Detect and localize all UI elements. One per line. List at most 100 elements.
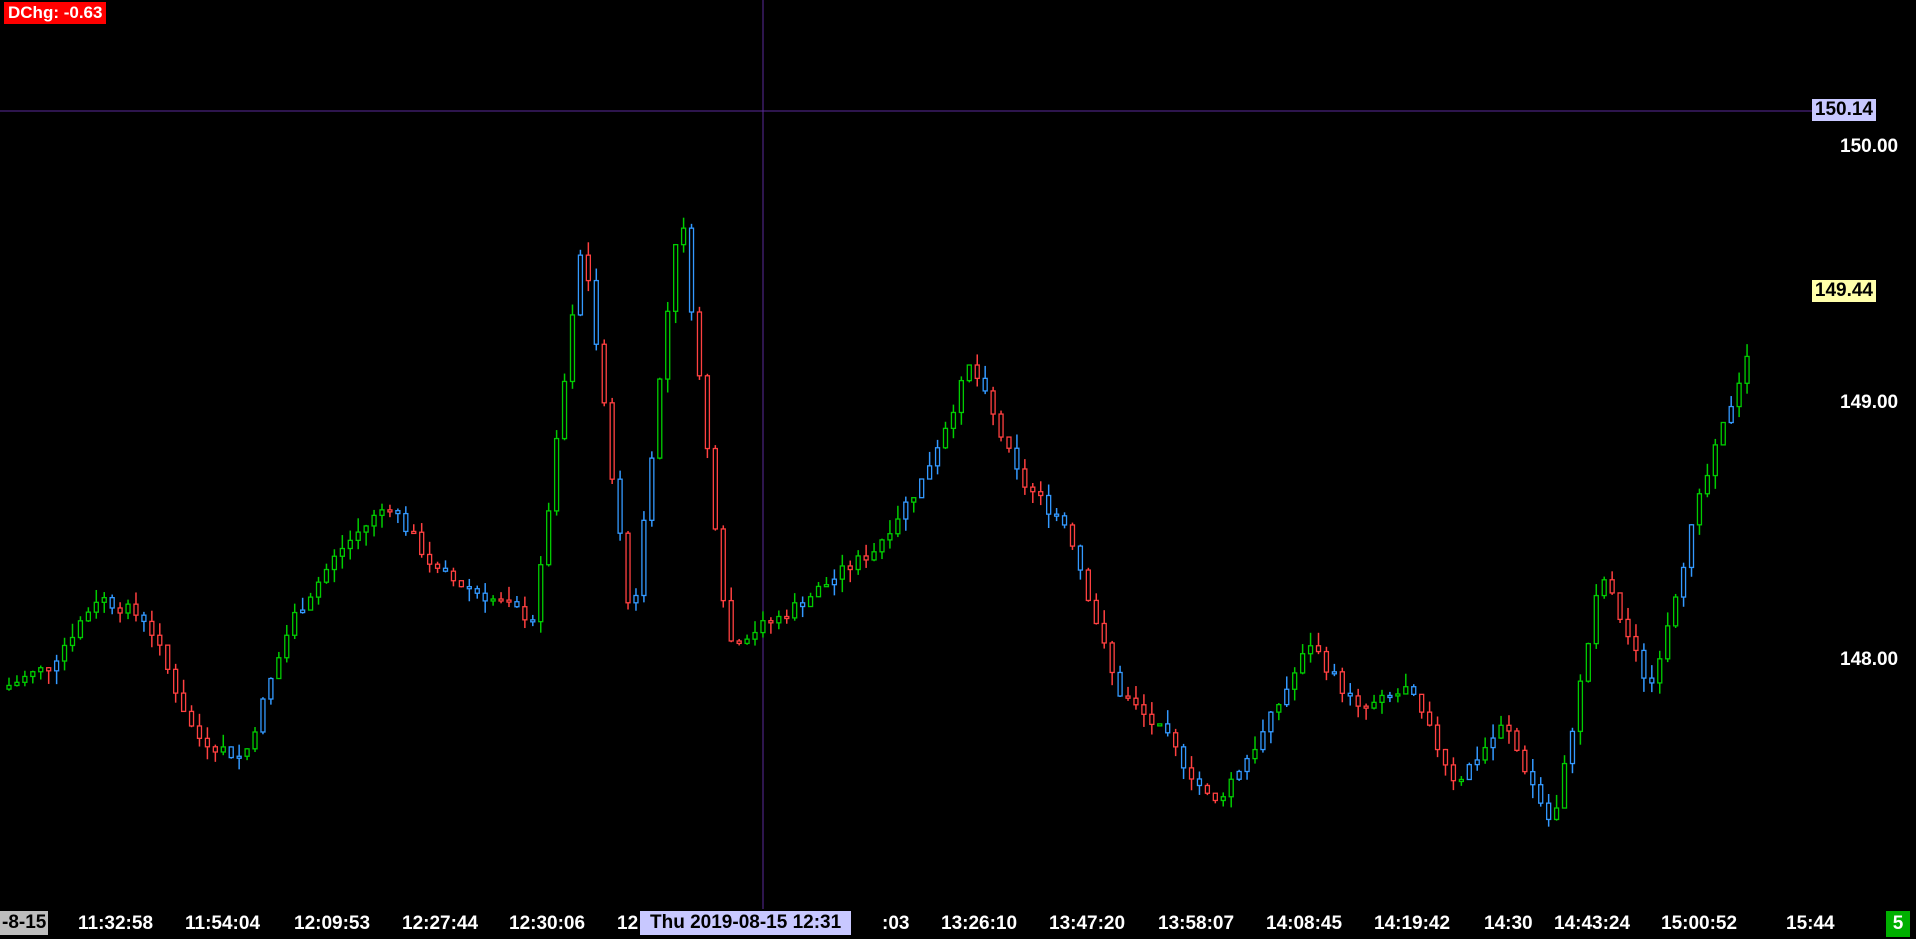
- candle-body: [625, 532, 631, 604]
- candle-body: [228, 746, 234, 759]
- candle-body: [1014, 447, 1020, 470]
- candle-body: [117, 607, 123, 614]
- axis-date-fragment: -8-15: [0, 911, 49, 935]
- candle-body: [1252, 748, 1258, 760]
- candle-body: [1299, 653, 1306, 674]
- candle-body: [1736, 382, 1742, 408]
- x-tick-label: 12:09:53: [294, 913, 371, 934]
- candle-body: [93, 601, 99, 613]
- candle-body: [1331, 671, 1338, 675]
- candle-body: [1371, 701, 1377, 709]
- candle-body: [1204, 784, 1211, 794]
- candle-body: [1688, 524, 1695, 569]
- candle-body: [395, 510, 401, 515]
- candle-body: [1553, 807, 1560, 821]
- candle-body: [1665, 625, 1671, 660]
- candle-body: [1109, 642, 1115, 674]
- candle-body: [1474, 759, 1480, 766]
- candle-body: [1157, 723, 1163, 727]
- candle-series: [6, 217, 1750, 827]
- candle-body: [284, 634, 290, 659]
- candle-body: [1538, 784, 1544, 804]
- candle-body: [1093, 599, 1099, 625]
- candle-body: [553, 437, 560, 512]
- candle-body: [1728, 405, 1734, 424]
- candle-body: [839, 565, 845, 580]
- candle-body: [1411, 686, 1417, 695]
- candle-body: [1649, 677, 1655, 684]
- candle-body: [855, 555, 861, 571]
- candle-body: [426, 553, 433, 565]
- candle-body: [1085, 569, 1091, 602]
- candle-body: [1022, 468, 1028, 488]
- candle-body: [1006, 436, 1012, 449]
- candle-body: [1061, 515, 1068, 526]
- candle-body: [974, 364, 980, 380]
- candle-body: [1188, 767, 1195, 780]
- candle-body: [799, 602, 806, 608]
- candle-body: [260, 698, 266, 733]
- candle-body: [442, 567, 449, 572]
- candle-body: [1712, 444, 1718, 477]
- candle-body: [926, 465, 933, 480]
- candle-body: [538, 564, 544, 623]
- x-tick-label: 11:54:04: [185, 913, 261, 934]
- candle-body: [879, 539, 885, 553]
- day-change-badge: DChg: -0.63: [4, 2, 107, 24]
- candle-body: [696, 311, 703, 377]
- candle-body: [934, 447, 941, 467]
- x-tick-label: 15:44: [1786, 913, 1835, 934]
- candle-body: [1530, 770, 1536, 786]
- candle-body: [1426, 711, 1433, 726]
- candle-body: [315, 581, 322, 598]
- candle-body: [561, 380, 568, 440]
- candle-body: [911, 497, 917, 503]
- candle-body: [1506, 724, 1512, 732]
- candlestick-chart[interactable]: [0, 0, 1916, 939]
- candle-body: [1593, 594, 1599, 645]
- candle-body: [1307, 645, 1314, 655]
- candle-body: [760, 620, 766, 634]
- candle-body: [831, 578, 838, 586]
- candle-body: [1125, 695, 1131, 699]
- candle-body: [1141, 704, 1147, 715]
- candle-body: [1633, 635, 1639, 652]
- candle-body: [1419, 693, 1425, 713]
- x-tick-label: 14:08:45: [1266, 913, 1343, 934]
- candle-body: [577, 254, 584, 316]
- candle-body: [1077, 545, 1084, 571]
- candle-body: [847, 565, 853, 571]
- candle-body: [244, 748, 250, 757]
- candle-body: [299, 609, 306, 614]
- candle-body: [307, 596, 314, 611]
- bar-counter-badge[interactable]: 5: [1886, 911, 1910, 937]
- candle-body: [1339, 671, 1345, 694]
- candle-body: [69, 636, 76, 647]
- candle-body: [1434, 724, 1441, 751]
- candle-body: [1641, 649, 1647, 679]
- candle-body: [1498, 724, 1504, 739]
- candle-body: [752, 631, 758, 640]
- candle-body: [85, 611, 92, 622]
- candle-body: [863, 555, 869, 561]
- candle-body: [982, 377, 988, 392]
- candle-body: [490, 598, 496, 602]
- candle-body: [276, 657, 282, 680]
- crosshair-price-label: 150.14: [1811, 99, 1876, 121]
- candle-body: [1403, 686, 1409, 695]
- candle-body: [736, 640, 742, 645]
- x-tick-label: 13:58:07: [1158, 913, 1235, 934]
- candle-body: [180, 692, 187, 713]
- candle-body: [1379, 694, 1385, 703]
- candle-body: [1315, 645, 1322, 653]
- candle-body: [1117, 671, 1123, 697]
- candle-body: [1546, 802, 1552, 821]
- candle-body: [77, 620, 84, 639]
- candle-body: [657, 378, 663, 459]
- candle-body: [784, 615, 790, 620]
- crosshair-time-label: Thu 2019-08-15 12:31: [640, 911, 852, 935]
- candle-body: [919, 478, 925, 499]
- candle-body: [1704, 474, 1711, 495]
- candle-body: [744, 638, 750, 645]
- x-tick-label: 11:32:58: [78, 913, 154, 934]
